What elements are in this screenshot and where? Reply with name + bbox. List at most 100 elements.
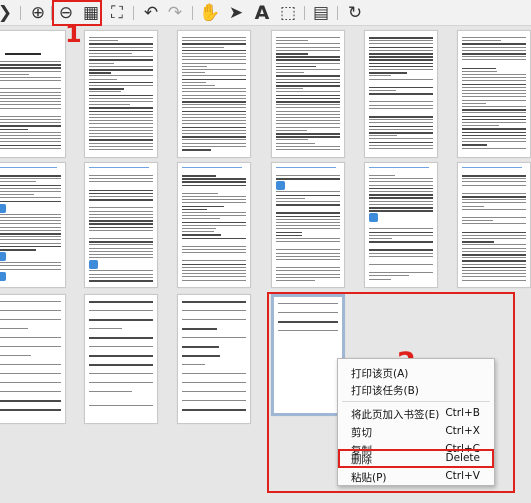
thumbnail-text-line xyxy=(276,81,340,84)
page-thumbnail[interactable] xyxy=(84,30,158,158)
thumbnail-text-line xyxy=(462,279,526,281)
page-thumbnail[interactable] xyxy=(364,30,438,158)
thumbnail-text-line xyxy=(89,217,153,218)
thumbnail-text-line xyxy=(89,244,153,246)
redo-icon[interactable]: ↷ xyxy=(164,2,186,24)
thumbnail-text-line xyxy=(276,238,340,239)
thumbnail-text-line xyxy=(276,53,309,55)
thumbnail-text-line xyxy=(462,263,526,265)
thumbnail-text-line xyxy=(462,254,526,256)
thumbnail-text-line xyxy=(369,191,433,192)
page-thumbnail[interactable] xyxy=(0,294,66,424)
fit-page-icon[interactable]: ⛶ xyxy=(106,2,128,24)
thumbnail-text-line xyxy=(369,104,433,106)
thumbnail-text-line xyxy=(182,145,246,147)
thumbnail-text-line xyxy=(0,355,32,356)
thumbnail-text-line xyxy=(462,99,526,101)
thumbnail-text-line xyxy=(89,280,153,282)
page-thumbnail[interactable] xyxy=(271,162,345,288)
thumbnail-text-line xyxy=(89,382,153,383)
thumbnail-text-line xyxy=(276,91,340,93)
thumbnail-text-line xyxy=(0,236,61,238)
page-thumbnail[interactable] xyxy=(271,30,345,158)
thumbnail-text-line xyxy=(89,97,153,99)
thumbnail-text-line xyxy=(89,107,153,109)
thumbnail-text-line xyxy=(0,220,61,222)
refresh-icon[interactable]: ↻ xyxy=(344,2,366,24)
page-properties-icon[interactable]: ▤ xyxy=(310,2,332,24)
thumbnail-text-line xyxy=(369,241,433,243)
thumbnail-text-line xyxy=(89,104,130,106)
hand-tool-icon[interactable]: ✋ xyxy=(199,2,221,24)
thumbnail-text-line xyxy=(182,49,246,52)
thumbnail-text-line xyxy=(276,129,308,131)
thumbnail-text-line xyxy=(369,210,433,212)
thumbnail-text-line xyxy=(182,270,246,271)
thumbnail-text-line xyxy=(182,81,207,83)
thumbnail-text-line xyxy=(462,67,497,70)
thumbnail-text-line xyxy=(0,77,61,78)
page-thumbnail[interactable] xyxy=(177,162,251,288)
page-thumbnail[interactable] xyxy=(0,162,66,288)
zoom-in-icon[interactable]: ⊕ xyxy=(27,2,49,24)
thumbnail-text-line xyxy=(369,175,396,176)
thumbnail-text-line xyxy=(182,224,246,226)
page-thumbnail[interactable] xyxy=(84,294,158,424)
menu-item-delete[interactable]: 删除 Delete xyxy=(338,449,494,468)
thumbnail-text-line xyxy=(0,184,61,187)
menu-item-print-task[interactable]: 打印该任务(B) xyxy=(338,380,494,399)
thumbnail-text-line xyxy=(0,115,61,117)
page-thumbnail[interactable] xyxy=(177,294,251,424)
thumbnail-text-line xyxy=(369,181,433,183)
thumbnail-text-line xyxy=(276,43,340,45)
thumbnail-text-line xyxy=(462,109,526,111)
thumbnail-text-line xyxy=(369,184,433,186)
thumbnail-text-line xyxy=(182,212,246,213)
thumbnail-text-line xyxy=(182,218,220,220)
thumbnail-text-line xyxy=(462,90,526,91)
thumbnail-text-line xyxy=(182,266,246,268)
thumbnail-text-line xyxy=(0,301,61,302)
thumbnail-text-line xyxy=(182,136,246,138)
thumbnail-text-line xyxy=(182,221,246,224)
select-arrow-icon[interactable]: ➤ xyxy=(225,2,247,24)
thumbnail-text-line xyxy=(0,122,61,124)
thumbnail-text-line xyxy=(462,199,526,201)
thumbnail-text-line xyxy=(182,85,216,86)
thumbnail-text-line xyxy=(182,113,246,115)
thumbnail-text-line xyxy=(369,264,433,265)
marquee-select-icon[interactable]: ⬚ xyxy=(277,2,299,24)
thumbnail-text-line xyxy=(0,239,61,241)
thumbnail-text-line xyxy=(462,223,526,225)
thumbnail-text-line xyxy=(89,113,153,115)
page-thumbnail[interactable] xyxy=(0,30,66,158)
thumbnail-text-line xyxy=(462,93,526,95)
previous-page-icon[interactable]: ❯ xyxy=(0,2,16,24)
undo-icon[interactable]: ↶ xyxy=(140,2,162,24)
thumbnail-text-line xyxy=(0,213,61,215)
thumbnail-text-line xyxy=(276,69,340,70)
thumbnail-text-line xyxy=(0,73,30,75)
thumbnail-text-line xyxy=(89,319,153,321)
page-thumbnail[interactable] xyxy=(364,162,438,288)
thumbnail-text-line xyxy=(89,220,153,222)
menu-item-paste[interactable]: 粘贴(P) Ctrl+V xyxy=(338,467,494,486)
thumbnail-text-line xyxy=(276,120,340,122)
thumbnail-text-line xyxy=(0,175,61,177)
thumbnail-text-line xyxy=(182,231,214,233)
thumbnail-text-line xyxy=(369,148,433,149)
thumbnail-text-line xyxy=(369,252,433,254)
page-thumbnail[interactable] xyxy=(457,30,531,158)
thumbnail-text-line xyxy=(182,355,221,357)
page-thumbnail[interactable] xyxy=(177,30,251,158)
page-thumbnail[interactable] xyxy=(457,162,531,288)
thumbnail-text-line xyxy=(0,223,61,225)
page-thumbnail[interactable] xyxy=(84,162,158,288)
text-select-icon[interactable]: A xyxy=(251,2,273,24)
thumbnail-text-line xyxy=(89,337,153,339)
menu-item-cut[interactable]: 剪切 Ctrl+X xyxy=(338,422,494,441)
thumbnail-text-line xyxy=(0,119,61,120)
thumbnail-text-line xyxy=(369,228,433,230)
thumbnail-text-line xyxy=(462,241,495,243)
menu-item-add-bookmark[interactable]: 将此页加入书签(E) Ctrl+B xyxy=(338,404,494,423)
